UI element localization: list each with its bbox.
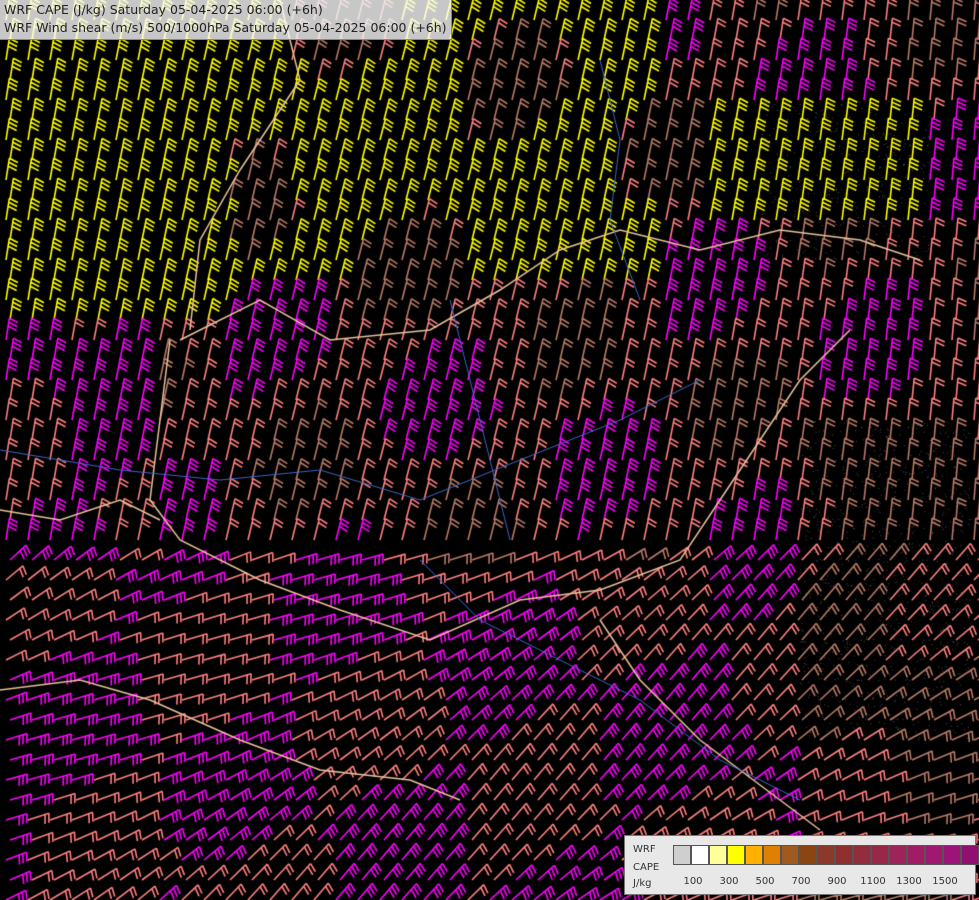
legend-swatch bbox=[853, 845, 871, 865]
legend-tick: 100 bbox=[683, 876, 702, 887]
legend-tick: 700 bbox=[791, 876, 810, 887]
legend-swatch bbox=[673, 845, 691, 865]
legend-tick: 1500 bbox=[932, 876, 957, 887]
legend-unit: J/kg bbox=[633, 878, 651, 889]
map-title: WRF CAPE (J/kg) Saturday 05-04-2025 06:0… bbox=[0, 0, 452, 40]
legend-model: WRF bbox=[633, 844, 656, 855]
legend-swatch bbox=[745, 845, 763, 865]
legend-swatch bbox=[691, 845, 709, 865]
legend-swatch bbox=[943, 845, 961, 865]
legend-tick: 500 bbox=[755, 876, 774, 887]
legend-swatch bbox=[709, 845, 727, 865]
legend-tick: 1100 bbox=[860, 876, 885, 887]
legend-tick: 900 bbox=[827, 876, 846, 887]
legend-swatch bbox=[799, 845, 817, 865]
legend-swatch bbox=[763, 845, 781, 865]
legend-swatch bbox=[907, 845, 925, 865]
cape-legend: WRF CAPE J/kg 100 300 500 700 900 1100 1300 150… bbox=[624, 835, 976, 895]
legend-tick: 300 bbox=[719, 876, 738, 887]
legend-swatch bbox=[727, 845, 745, 865]
legend-swatch bbox=[871, 845, 889, 865]
legend-tick: 1300 bbox=[896, 876, 921, 887]
legend-swatch bbox=[835, 845, 853, 865]
legend-swatch bbox=[961, 845, 979, 865]
legend-swatch bbox=[817, 845, 835, 865]
legend-swatch bbox=[781, 845, 799, 865]
legend-swatch bbox=[925, 845, 943, 865]
legend-field: CAPE bbox=[633, 862, 659, 873]
legend-color-scale bbox=[673, 845, 979, 865]
weather-map bbox=[0, 0, 979, 900]
title-wind-shear: WRF Wind shear (m/s) 500/1000hPa Saturda… bbox=[4, 19, 447, 37]
legend-swatch bbox=[889, 845, 907, 865]
title-cape: WRF CAPE (J/kg) Saturday 05-04-2025 06:0… bbox=[4, 1, 447, 19]
